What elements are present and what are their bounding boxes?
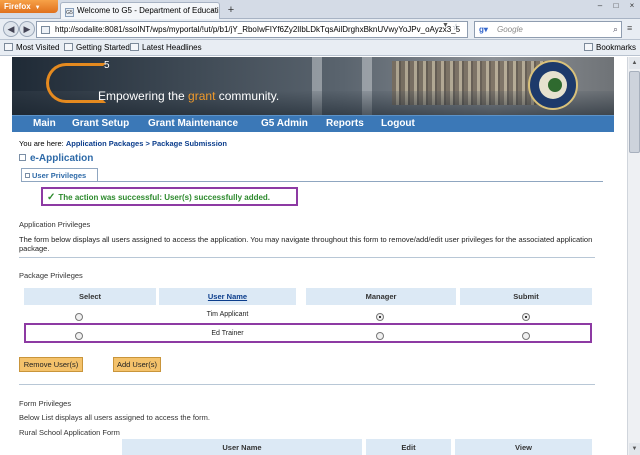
vertical-scrollbar[interactable]: ▲ ▼ [627,57,640,455]
menu-icon[interactable]: ≡ [627,23,632,33]
add-users-button[interactable]: Add User(s) [113,357,161,372]
rss-feed-icon [130,43,139,51]
bookmarks-toolbar: Most Visited Getting Started Latest Head… [0,40,640,56]
bookmark-star-icon[interactable]: ☆ [452,22,460,33]
form-privileges-description: Below List displays all users assigned t… [19,413,210,422]
menu-g5-admin[interactable]: G5 Admin [261,118,308,129]
bookmarks-icon [583,43,593,51]
column-header-submit: Submit [460,288,592,305]
remove-users-button[interactable]: Remove User(s) [19,357,83,372]
tab-title: Welcome to G5 - Department of Educatio..… [77,6,220,15]
seal-tree [548,78,562,92]
divider [19,384,595,385]
search-input[interactable]: g▾ Google ⌕ [474,21,622,38]
form-column-header-edit: Edit [366,439,451,455]
g5-banner: 5 Empowering the grant community. [12,57,614,115]
table-row-user-name: Tim Applicant [206,311,249,318]
main-menu: Main Grant Setup Grant Maintenance G5 Ad… [12,115,614,132]
section-collapse-icon[interactable] [19,154,26,161]
minimize-icon[interactable]: – [592,0,608,13]
g5-logo [46,63,106,103]
bookmarks-menu[interactable]: Bookmarks [583,43,636,52]
google-icon[interactable]: g▾ [479,25,488,34]
back-icon[interactable]: ◀ [3,21,19,37]
maximize-icon[interactable]: □ [608,0,624,13]
url-text: http://sodalite:8081/ssoINT/wps/myportal… [55,25,461,34]
column-header-select: Select [24,288,156,305]
form-name: Rural School Application Form [19,428,120,437]
highlighted-row [24,323,592,343]
manager-radio-tim-applicant[interactable] [376,313,384,321]
application-privileges-description: The form below displays all users assign… [19,235,593,253]
url-input[interactable]: http://sodalite:8081/ssoINT/wps/myportal… [36,21,468,38]
close-window-icon[interactable]: × [624,0,640,13]
form-privileges-heading: Form Privileges [19,399,72,408]
menu-grant-maintenance[interactable]: Grant Maintenance [148,118,238,129]
submit-radio-ed-trainer[interactable] [522,332,530,340]
tab-collapse-icon [25,173,30,178]
scroll-down-icon[interactable]: ▼ [629,443,640,455]
page-content: 5 Empowering the grant community. Main G… [12,57,614,455]
success-message: ✓ The action was successful: User(s) succ… [41,187,298,206]
navigation-toolbar: ◀ ▶ http://sodalite:8081/ssoINT/wps/mypo… [0,19,640,40]
menu-reports[interactable]: Reports [326,118,364,129]
column-header-user-name[interactable]: User Name [159,288,296,305]
browser-tab[interactable]: G5 Welcome to G5 - Department of Educatio… [60,2,220,19]
menu-logout[interactable]: Logout [381,118,415,129]
form-column-header-user-name: User Name [122,439,362,455]
window-controls: – □ × [592,0,640,13]
bookmark-getting-started[interactable]: Getting Started [64,43,130,52]
url-dropdown-icon[interactable]: ▼ [442,22,449,29]
scrollbar-thumb[interactable] [629,71,640,153]
column-header-manager: Manager [306,288,456,305]
tab-user-privileges[interactable]: User Privileges [21,168,98,181]
chevron-down-icon: ▼ [34,5,41,11]
page-title: e-Application [19,153,93,164]
select-radio-tim-applicant[interactable] [75,313,83,321]
search-placeholder: Google [497,25,523,34]
search-icon[interactable]: ⌕ [613,24,618,35]
divider [19,257,595,258]
new-tab-button[interactable]: + [224,4,238,17]
site-identity-icon [41,26,50,34]
breadcrumb-package-submission[interactable]: Package Submission [152,139,227,148]
scroll-up-icon[interactable]: ▲ [629,57,640,69]
tab-divider [21,181,603,182]
g5-logo-superscript: 5 [104,60,110,71]
banner-tagline: Empowering the grant community. [98,89,280,103]
table-row-user-name: Ed Trainer [211,330,244,337]
close-tab-icon[interactable]: × [210,6,215,15]
application-privileges-heading: Application Privileges [19,220,91,229]
manager-radio-ed-trainer[interactable] [376,332,384,340]
menu-main[interactable]: Main [33,118,56,129]
bookmark-folder-icon [4,43,13,51]
breadcrumb-application-packages[interactable]: Application Packages [66,139,144,148]
menu-grant-setup[interactable]: Grant Setup [72,118,129,129]
bookmark-page-icon [64,43,73,51]
firefox-menu-button[interactable]: Firefox ▼ [0,0,58,13]
department-seal-logo [528,60,578,110]
breadcrumb: You are here: Application Packages > Pac… [19,139,227,148]
submit-radio-tim-applicant[interactable] [522,313,530,321]
package-privileges-heading: Package Privileges [19,271,83,280]
g5-favicon-icon: G5 [65,8,74,17]
select-radio-ed-trainer[interactable] [75,332,83,340]
bookmark-most-visited[interactable]: Most Visited [4,43,59,52]
checkmark-icon: ✓ [47,192,56,203]
browser-tab-bar: Firefox ▼ G5 Welcome to G5 - Department of… [0,0,640,19]
form-column-header-view: View [455,439,592,455]
forward-icon[interactable]: ▶ [19,21,35,37]
bookmark-latest-headlines[interactable]: Latest Headlines [130,43,202,52]
